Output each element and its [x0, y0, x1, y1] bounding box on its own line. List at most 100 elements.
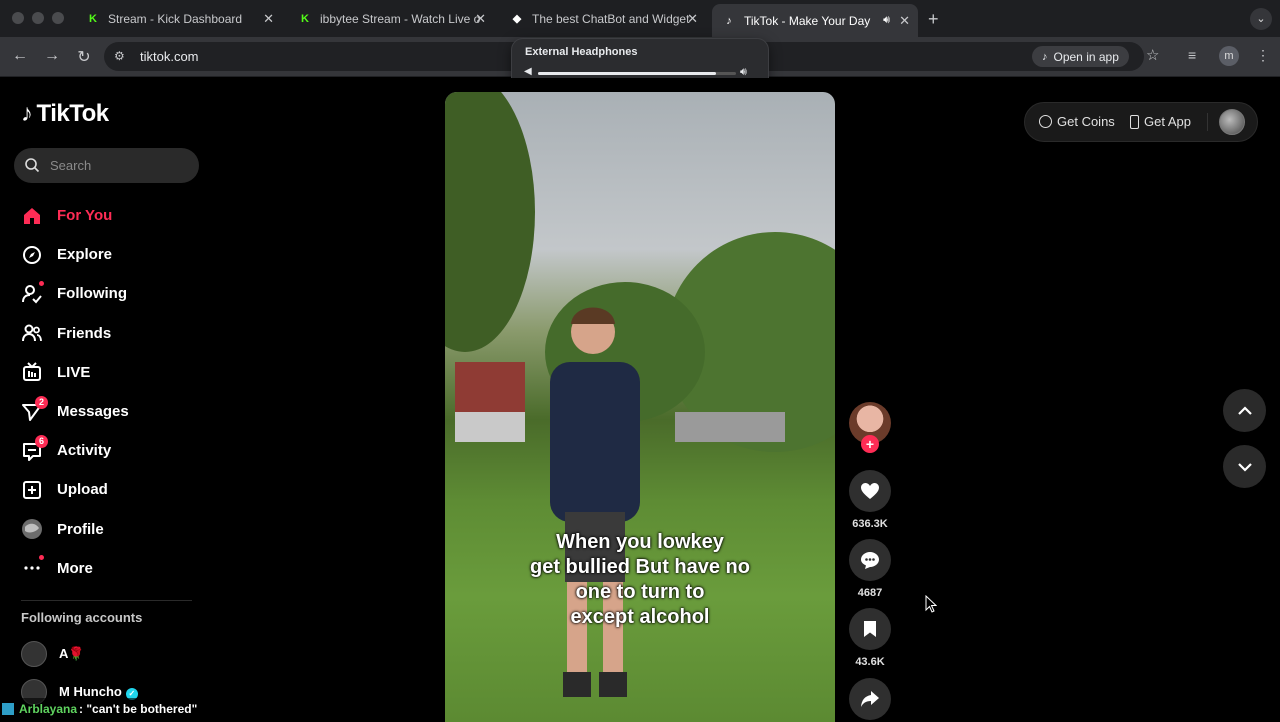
- share-icon: [861, 691, 879, 707]
- tab-ibbytee-stream[interactable]: K ibbytee Stream - Watch Live o ✕: [288, 4, 494, 33]
- video-player[interactable]: When you lowkey get bullied But have no …: [445, 92, 835, 722]
- divider: [1207, 113, 1208, 131]
- sidebar-item-live[interactable]: LIVE: [21, 353, 201, 392]
- open-in-app-label: Open in app: [1053, 49, 1119, 64]
- sidebar-item-profile[interactable]: Profile: [21, 510, 201, 549]
- friends-icon: [21, 322, 43, 344]
- comment-count: 4687: [857, 587, 883, 599]
- volume-slider[interactable]: [538, 72, 736, 75]
- back-icon[interactable]: ←: [10, 47, 30, 65]
- header-actions: Get Coins Get App: [1024, 102, 1258, 142]
- tab-title: The best ChatBot and Widget: [532, 11, 690, 26]
- following-accounts-heading: Following accounts: [21, 610, 143, 625]
- sidebar-item-more[interactable]: More: [21, 549, 201, 588]
- following-account-item[interactable]: A🌹: [21, 641, 85, 667]
- account-name: A🌹: [59, 646, 85, 661]
- reload-icon[interactable]: ↻: [74, 47, 94, 67]
- bookmark-star-icon[interactable]: ☆: [1146, 46, 1159, 64]
- tab-title: Stream - Kick Dashboard: [108, 11, 243, 26]
- save-count: 43.6K: [855, 656, 885, 668]
- close-window-button[interactable]: [12, 12, 24, 24]
- open-in-app-button[interactable]: ♪ Open in app: [1032, 46, 1129, 67]
- close-tab-icon[interactable]: ✕: [263, 11, 274, 27]
- tiktok-page: ♪ TikTok Search For You Explore Followin…: [0, 78, 1280, 722]
- like-count: 636.3K: [852, 518, 888, 530]
- site-info-icon[interactable]: ⚙︎: [114, 49, 125, 63]
- tab-title: ibbytee Stream - Watch Live o: [320, 11, 480, 26]
- sidebar-item-label: LIVE: [57, 363, 91, 381]
- volume-slider-fill: [538, 72, 717, 75]
- new-tab-button[interactable]: +: [928, 9, 939, 30]
- tab-kick-dashboard[interactable]: K Stream - Kick Dashboard ✕: [76, 4, 282, 33]
- mouse-cursor-icon: [925, 595, 937, 613]
- profile-avatar[interactable]: m: [1219, 46, 1239, 66]
- minimize-window-button[interactable]: [32, 12, 44, 24]
- like-button[interactable]: [849, 470, 891, 512]
- sidebar-item-for-you[interactable]: For You: [21, 196, 201, 235]
- account-name: M Huncho: [59, 684, 122, 699]
- tiktok-icon: ♪: [1042, 50, 1048, 63]
- following-icon: [21, 280, 44, 305]
- tab-search-icon[interactable]: ⌄: [1250, 8, 1272, 30]
- kick-icon: K: [89, 12, 97, 25]
- sidebar-item-label: Upload: [57, 481, 108, 499]
- media-control-icon[interactable]: ≡: [1188, 47, 1196, 63]
- follow-button[interactable]: +: [861, 435, 879, 453]
- tab-chatbot[interactable]: ◆ The best ChatBot and Widget ✕: [500, 4, 706, 33]
- profile-icon: [21, 518, 43, 540]
- get-app-label: Get App: [1144, 114, 1191, 129]
- save-button[interactable]: [849, 608, 891, 650]
- tiktok-logo[interactable]: ♪ TikTok: [21, 100, 109, 128]
- logo-text: TikTok: [36, 100, 110, 127]
- chevron-up-icon: [1237, 405, 1252, 415]
- sidebar-item-label: Following: [57, 285, 127, 303]
- sidebar-item-messages[interactable]: 2 Messages: [21, 392, 201, 431]
- share-button[interactable]: [849, 678, 891, 720]
- tiktok-note-icon: ♪: [21, 100, 33, 127]
- chatbot-icon: ◆: [512, 13, 522, 25]
- caption-line: get bullied But have no: [529, 556, 750, 578]
- sidebar-nav: For You Explore Following Friends LIVE 2…: [21, 196, 201, 588]
- forward-icon[interactable]: →: [42, 47, 62, 65]
- sidebar-item-label: For You: [57, 207, 113, 225]
- sidebar-item-upload[interactable]: Upload: [21, 470, 201, 509]
- get-coins-button[interactable]: Get Coins: [1039, 114, 1115, 129]
- chat-message: : "can't be bothered": [79, 702, 198, 716]
- close-tab-icon[interactable]: ✕: [687, 11, 698, 27]
- sidebar-item-following[interactable]: Following: [21, 274, 201, 313]
- volume-low-icon: ◀: [524, 66, 532, 77]
- upload-icon: [21, 479, 43, 501]
- maximize-window-button[interactable]: [52, 12, 64, 24]
- speaker-icon[interactable]: 🔊︎: [883, 14, 890, 27]
- home-icon: [21, 205, 43, 227]
- more-icon: [21, 555, 44, 579]
- kebab-menu-icon[interactable]: ⋮: [1256, 47, 1270, 64]
- sidebar-item-activity[interactable]: 6 Activity: [21, 431, 201, 470]
- search-input[interactable]: Search: [14, 148, 199, 183]
- sidebar-item-explore[interactable]: Explore: [21, 235, 201, 274]
- sidebar-item-friends[interactable]: Friends: [21, 314, 201, 353]
- chat-badge-icon: [2, 703, 14, 715]
- audio-device-label: External Headphones: [525, 46, 638, 58]
- next-video-button[interactable]: [1223, 445, 1266, 488]
- close-tab-icon[interactable]: ✕: [899, 13, 910, 29]
- previous-video-button[interactable]: [1223, 389, 1266, 432]
- coin-icon: [1039, 115, 1052, 128]
- close-tab-icon[interactable]: ✕: [475, 11, 486, 27]
- sidebar-item-label: Friends: [57, 324, 112, 342]
- comment-icon: [861, 551, 879, 569]
- video-caption: When you lowkey get bullied But have no …: [445, 530, 835, 630]
- sidebar-item-label: Activity: [57, 442, 112, 460]
- search-icon: [25, 158, 40, 173]
- tab-title: TikTok - Make Your Day: [744, 13, 871, 28]
- activity-icon: 6: [21, 434, 48, 462]
- get-app-button[interactable]: Get App: [1130, 114, 1191, 129]
- tiktok-icon: ♪: [726, 14, 732, 27]
- url-text: tiktok.com: [140, 49, 199, 64]
- comment-button[interactable]: [849, 539, 891, 581]
- tab-tiktok[interactable]: ♪ TikTok - Make Your Day 🔊︎ ✕: [712, 4, 918, 37]
- avatar[interactable]: [1219, 109, 1245, 135]
- stream-chat-overlay: Arblayana : "can't be bothered": [0, 698, 202, 720]
- caption-line: except alcohol: [570, 606, 710, 628]
- sidebar-item-label: Profile: [57, 520, 104, 538]
